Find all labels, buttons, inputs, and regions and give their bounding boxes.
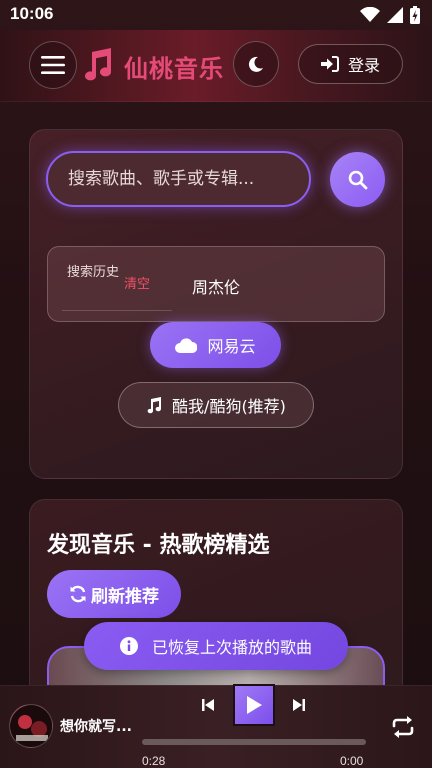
total-time: 0:00 bbox=[340, 754, 364, 768]
history-divider bbox=[62, 310, 172, 311]
play-button[interactable] bbox=[233, 684, 275, 726]
theme-toggle-button[interactable] bbox=[233, 41, 279, 87]
battery-icon bbox=[410, 6, 420, 24]
source-kuwo-button[interactable]: 酷我/酷狗(推荐) bbox=[118, 382, 314, 428]
progress-bar[interactable] bbox=[142, 739, 366, 745]
search-button[interactable] bbox=[330, 152, 385, 207]
app-header: 仙桃音乐 登录 bbox=[0, 30, 432, 102]
sign-in-icon bbox=[320, 56, 339, 72]
status-time: 10:06 bbox=[10, 4, 54, 23]
play-icon bbox=[247, 696, 262, 714]
history-item[interactable]: 周杰伦 bbox=[192, 274, 240, 298]
search-history-label: 搜索历史 bbox=[67, 265, 120, 280]
album-art-icon bbox=[10, 705, 52, 747]
music-note-icon bbox=[85, 48, 111, 81]
signal-icon bbox=[387, 7, 403, 23]
repeat-icon[interactable] bbox=[390, 714, 416, 740]
discover-title: 发现音乐 - 热歌榜精选 bbox=[47, 533, 270, 558]
source-kuwo-label: 酷我/酷狗(推荐) bbox=[172, 397, 286, 416]
song-title: 想你就写... bbox=[60, 719, 132, 735]
login-label: 登录 bbox=[347, 56, 380, 75]
album-cover[interactable] bbox=[9, 704, 53, 748]
refresh-icon bbox=[70, 585, 86, 603]
toast-message: 已恢复上次播放的歌曲 bbox=[151, 638, 312, 657]
moon-icon bbox=[248, 56, 263, 72]
next-track-icon[interactable] bbox=[290, 696, 308, 714]
previous-track-icon[interactable] bbox=[199, 696, 217, 714]
hamburger-menu-icon bbox=[41, 56, 65, 74]
toast-notification: 已恢复上次播放的歌曲 bbox=[84, 622, 348, 670]
source-netease-button[interactable]: 网易云 bbox=[150, 322, 281, 368]
clear-history-button[interactable]: 清空 bbox=[124, 273, 150, 292]
source-netease-label: 网易云 bbox=[207, 337, 256, 356]
login-button[interactable]: 登录 bbox=[298, 44, 403, 84]
info-icon bbox=[119, 637, 138, 655]
music-note-icon bbox=[147, 396, 162, 413]
status-bar: 10:06 bbox=[0, 0, 432, 30]
current-time: 0:28 bbox=[142, 754, 166, 768]
refresh-recommendations-button[interactable]: 刷新推荐 bbox=[47, 570, 181, 618]
cloud-icon bbox=[175, 337, 198, 353]
app-title: 仙桃音乐 bbox=[124, 55, 224, 83]
status-icons bbox=[360, 6, 420, 24]
search-icon bbox=[348, 170, 367, 189]
search-input[interactable] bbox=[46, 151, 311, 207]
wifi-icon bbox=[360, 7, 380, 22]
menu-button[interactable] bbox=[29, 41, 77, 89]
refresh-label: 刷新推荐 bbox=[91, 586, 159, 607]
